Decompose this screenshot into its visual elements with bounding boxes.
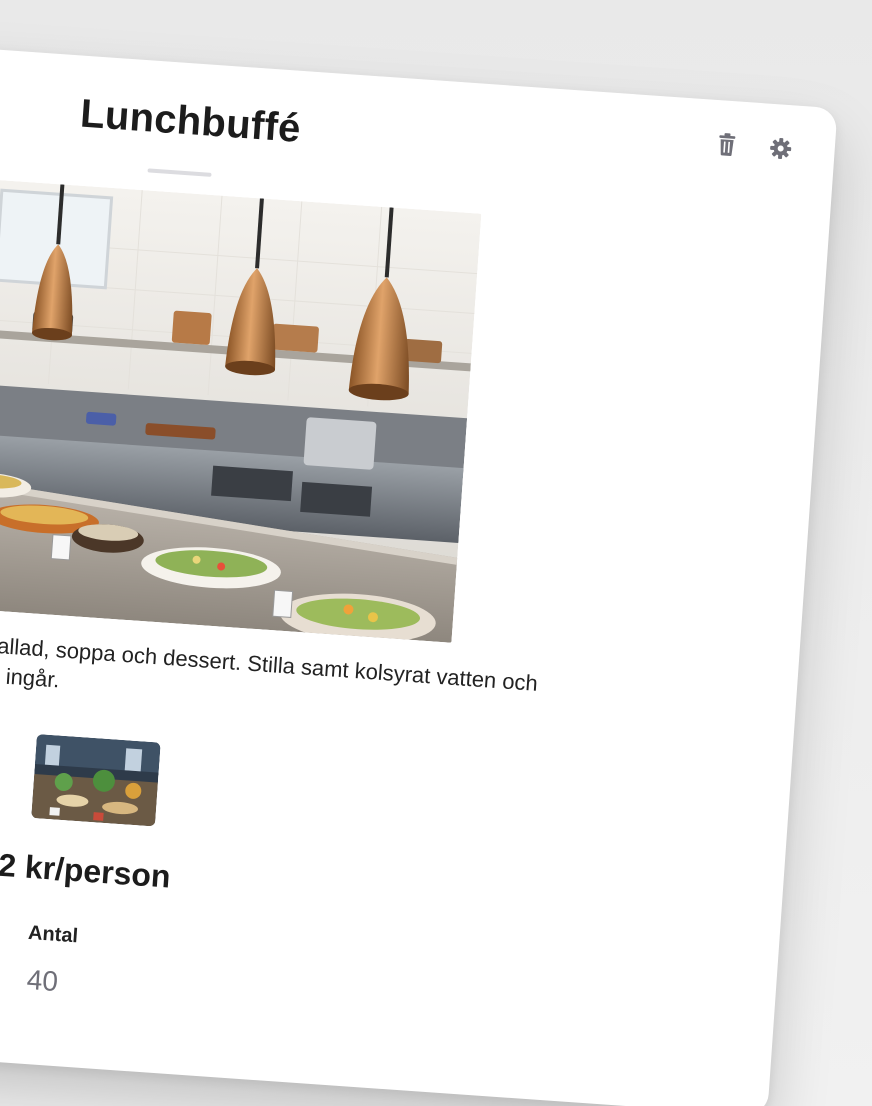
settings-button[interactable] [766, 134, 796, 164]
title-divider [147, 168, 212, 177]
card-content: Lunchbuffé sallad, soppa och dessert. St… [0, 40, 838, 1106]
product-card: Lunchbuffé sallad, soppa och dessert. St… [0, 40, 838, 1106]
product-description: nrätt, sallad, soppa och dessert. Stilla… [0, 628, 539, 696]
delete-button[interactable] [712, 130, 742, 160]
price-per-person: 172 kr/person [0, 844, 172, 895]
gallery-thumbnail[interactable] [31, 734, 161, 827]
quantity-label: Antal [27, 921, 79, 948]
gear-icon [770, 137, 792, 160]
buffet-thumbnail-image [31, 734, 161, 827]
quantity-input[interactable] [25, 963, 148, 1005]
card-toolbar [712, 130, 796, 164]
screen: Lunchbuffé sallad, soppa och dessert. St… [0, 0, 872, 1106]
page-title: Lunchbuffé [78, 91, 303, 151]
trash-icon [719, 133, 736, 156]
kitchen-buffet-illustration [0, 178, 482, 643]
product-photo [0, 178, 482, 643]
